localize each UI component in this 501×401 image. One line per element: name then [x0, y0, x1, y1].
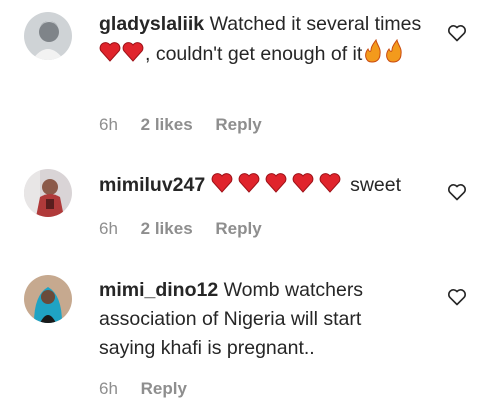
heart-emoji-icon [99, 41, 145, 72]
comment-time: 6h [99, 219, 118, 238]
reply-button[interactable]: Reply [215, 219, 261, 238]
comment-likes-count[interactable]: 2 likes [141, 219, 193, 238]
like-heart-icon[interactable] [447, 23, 467, 43]
avatar[interactable] [24, 275, 72, 323]
comment-meta: 6h 2 likes Reply [99, 115, 280, 135]
comment-text-part: sweet [350, 174, 402, 196]
comment-text: gladyslaliik Watched it several times , c… [99, 10, 429, 72]
comment-likes-count[interactable]: 2 likes [141, 115, 193, 134]
avatar-image [24, 275, 72, 323]
avatar[interactable] [24, 12, 72, 60]
like-heart-icon[interactable] [447, 287, 467, 307]
comment-text: mimi_dino12 Womb watchers association of… [99, 276, 409, 363]
reply-button[interactable]: Reply [215, 115, 261, 134]
heart-emoji-icon [211, 172, 345, 203]
comment-username[interactable]: gladyslaliik [99, 13, 204, 35]
avatar-image [24, 12, 72, 60]
like-heart-icon[interactable] [447, 182, 467, 202]
comment-username[interactable]: mimiluv247 [99, 174, 205, 196]
comment-meta: 6h Reply [99, 379, 205, 399]
fire-emoji-icon [362, 38, 404, 72]
reply-button[interactable]: Reply [141, 379, 187, 398]
comment-text-part: Watched it several times [209, 13, 422, 35]
comment-meta: 6h 2 likes Reply [99, 219, 280, 239]
comment-text: mimiluv247 sweet [99, 171, 439, 203]
comment-time: 6h [99, 379, 118, 398]
comment-time: 6h [99, 115, 118, 134]
comment-text-part: , couldn't get enough of it [145, 43, 363, 65]
avatar[interactable] [24, 169, 72, 217]
comment-username[interactable]: mimi_dino12 [99, 279, 218, 301]
avatar-image [24, 169, 72, 217]
